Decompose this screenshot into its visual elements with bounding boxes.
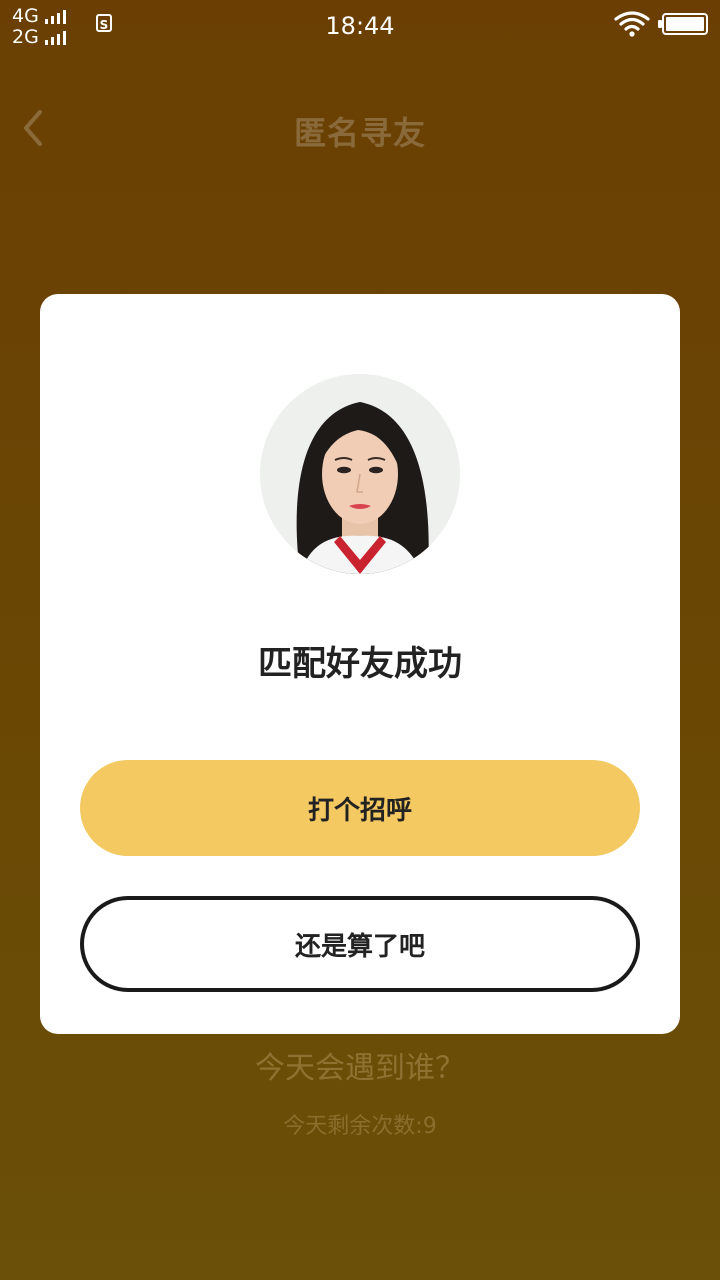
status-time: 18:44	[325, 12, 395, 40]
remaining-count-text: 今天剩余次数:9	[283, 1114, 437, 1139]
match-prompt-text: 今天会遇到谁？	[255, 1051, 465, 1086]
avatar	[260, 374, 460, 574]
dismiss-button[interactable]: 还是算了吧	[80, 896, 640, 992]
page-title: 匿名寻友	[293, 114, 426, 152]
status-bar: 4G 2G S 18:44	[0, 0, 720, 52]
battery-icon	[658, 13, 708, 35]
say-hello-button[interactable]: 打个招呼	[80, 760, 640, 856]
match-success-dialog: 匹配好友成功 打个招呼 还是算了吧	[40, 294, 680, 1034]
avatar-portrait	[260, 374, 460, 574]
wifi-icon	[614, 11, 650, 37]
dialog-title: 匹配好友成功	[258, 644, 462, 684]
app-screen: 4G 2G S 18:44 匿名寻友 今天会遇到谁？ 今天剩余次数:9 匹配好友…	[0, 0, 720, 1280]
